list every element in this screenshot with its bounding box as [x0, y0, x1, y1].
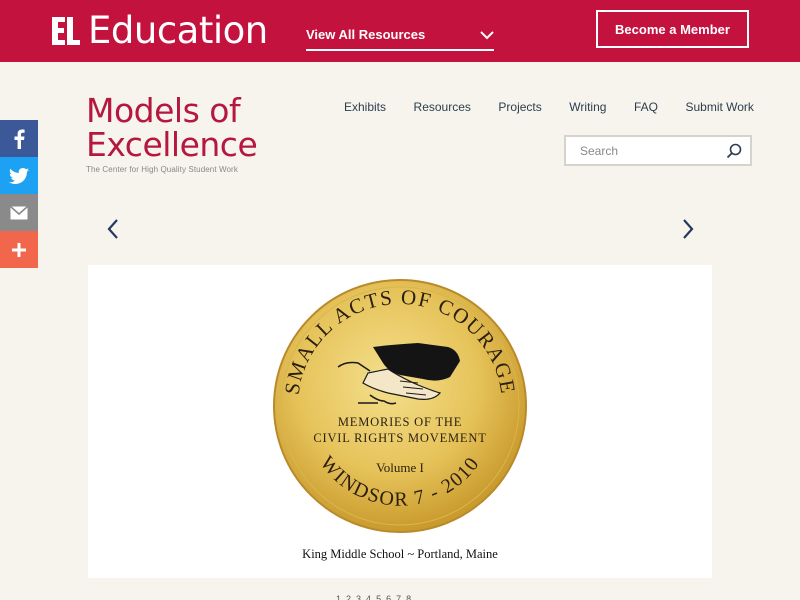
become-a-member-button[interactable]: Become a Member: [596, 10, 749, 48]
nav-item-submit-work[interactable]: Submit Work: [685, 100, 753, 114]
email-icon: [10, 205, 28, 219]
pager-item[interactable]: 8: [406, 594, 411, 600]
site-tagline: The Center for High Quality Student Work: [86, 165, 238, 174]
search-icon[interactable]: [726, 143, 742, 159]
site-title-line1: Models of: [86, 91, 241, 130]
nav-item-resources[interactable]: Resources: [414, 100, 471, 114]
twitter-share-button[interactable]: [0, 157, 38, 194]
search-input[interactable]: [566, 137, 716, 164]
chevron-down-icon: [480, 31, 494, 40]
pager-item[interactable]: 1: [336, 594, 341, 600]
view-all-resources-label: View All Resources: [306, 27, 426, 42]
top-bar: Education View All Resources Become a Me…: [0, 0, 800, 62]
facebook-share-button[interactable]: [0, 120, 38, 157]
carousel-next-arrow-icon[interactable]: [681, 218, 695, 240]
email-share-button[interactable]: [0, 194, 38, 231]
share-bar: [0, 120, 38, 268]
nav-item-exhibits[interactable]: Exhibits: [344, 100, 386, 114]
more-share-button[interactable]: [0, 231, 38, 268]
carousel-prev-arrow-icon[interactable]: [106, 218, 120, 240]
nav-item-projects[interactable]: Projects: [498, 100, 541, 114]
facebook-icon: [14, 129, 25, 149]
cover-line2: CIVIL RIGHTS MOVEMENT: [313, 431, 486, 445]
el-logo-mark-icon: [52, 17, 80, 45]
slide-caption: King Middle School ~ Portland, Maine: [302, 547, 498, 561]
cover-line1: MEMORIES OF THE: [338, 415, 462, 429]
models-of-excellence-logo[interactable]: Models of Excellence The Center for High…: [86, 91, 266, 175]
book-cover-medallion: SMALL ACTS OF COURAGE MEMORIES OF THE CI…: [273, 279, 527, 533]
pager-item[interactable]: 5: [376, 594, 381, 600]
plus-icon: [12, 242, 26, 257]
brand-text: Education: [88, 9, 268, 52]
nav-item-faq[interactable]: FAQ: [634, 100, 658, 114]
view-all-resources-dropdown[interactable]: View All Resources: [306, 20, 494, 51]
pager-item[interactable]: 7: [396, 594, 401, 600]
pager-item[interactable]: 3: [356, 594, 361, 600]
pager-item[interactable]: 4: [366, 594, 371, 600]
el-education-logo[interactable]: Education: [50, 11, 268, 51]
carousel-pager: 1 2 3 4 5 6 7 8: [336, 594, 411, 600]
twitter-icon: [9, 167, 29, 184]
carousel-slide[interactable]: SMALL ACTS OF COURAGE MEMORIES OF THE CI…: [88, 265, 712, 578]
nav-item-writing[interactable]: Writing: [569, 100, 606, 114]
search-box: [564, 135, 752, 166]
pager-item[interactable]: 6: [386, 594, 391, 600]
pager-item[interactable]: 2: [346, 594, 351, 600]
cover-volume: Volume I: [376, 460, 424, 475]
site-title-line2: Excellence: [86, 125, 258, 164]
main-nav: Exhibits Resources Projects Writing FAQ …: [344, 100, 754, 114]
